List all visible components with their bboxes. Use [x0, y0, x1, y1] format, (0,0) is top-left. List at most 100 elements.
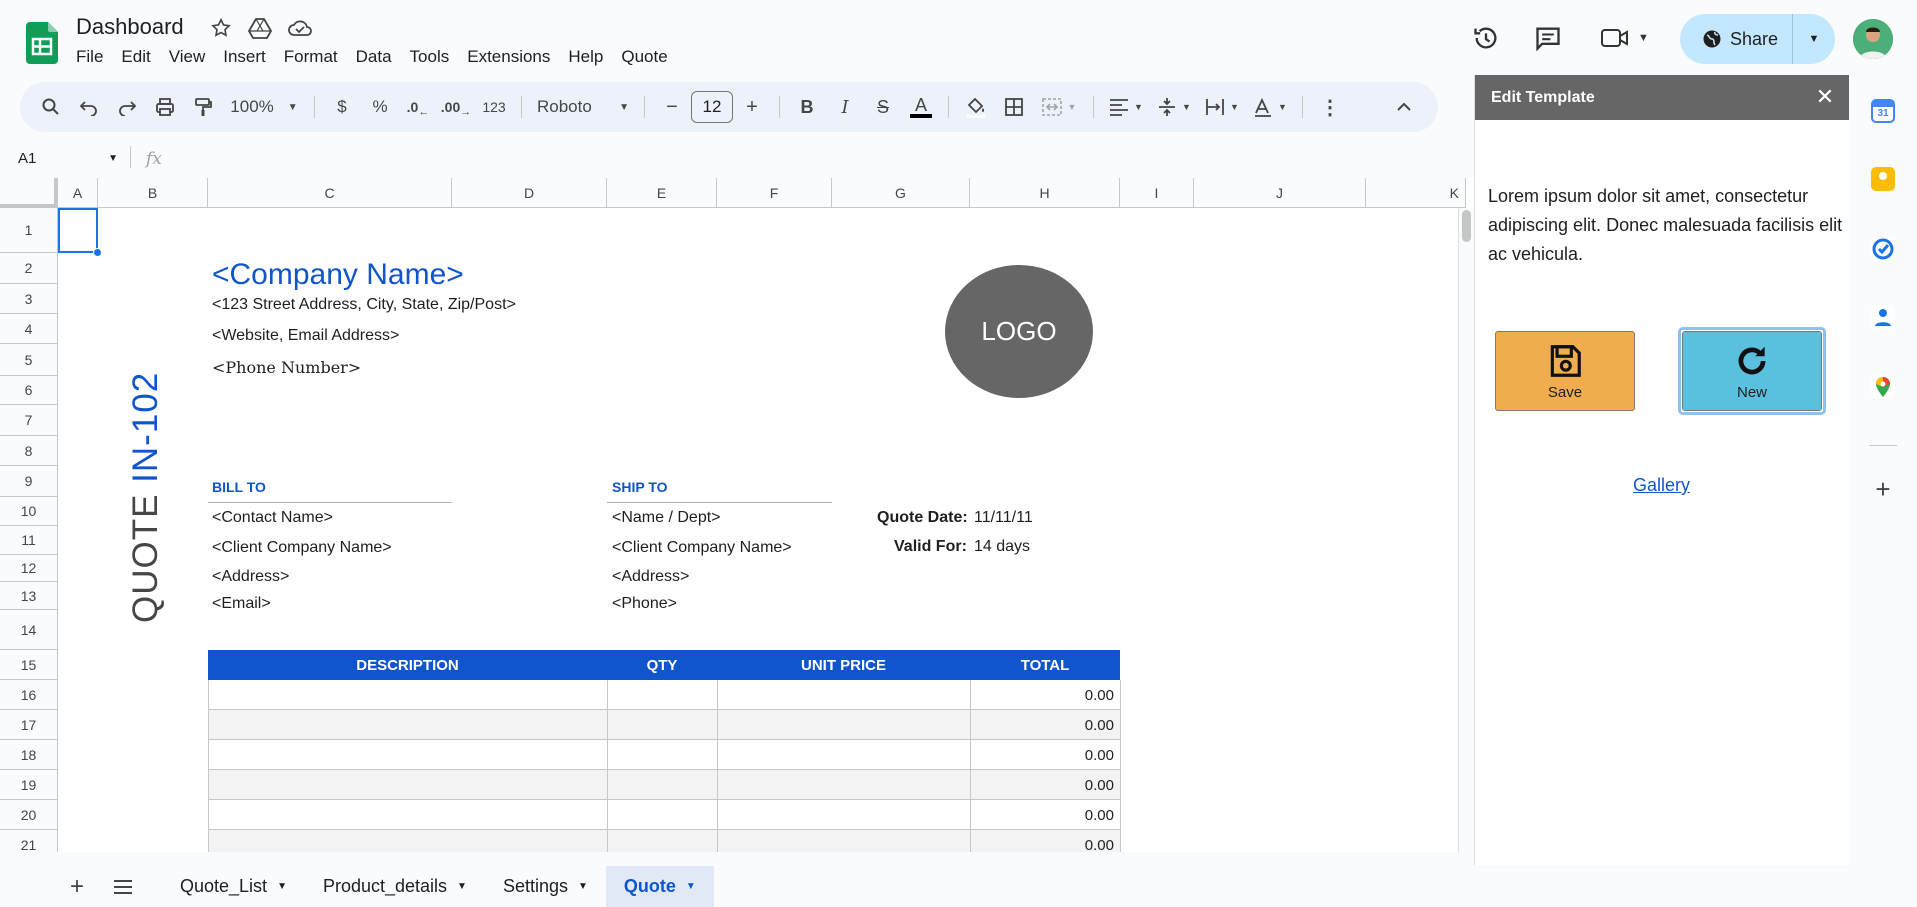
- ship-to-name[interactable]: <Name / Dept>: [612, 509, 721, 527]
- total-cell[interactable]: 0.00: [971, 800, 1121, 830]
- row-header-12[interactable]: 12: [0, 555, 58, 582]
- row-header-2[interactable]: 2: [0, 253, 58, 284]
- bill-to-label[interactable]: BILL TO: [212, 479, 266, 495]
- sheet-tab-quote[interactable]: Quote ▼: [605, 866, 714, 907]
- paint-format-icon[interactable]: [187, 91, 219, 123]
- table-row[interactable]: 0.00: [208, 770, 1121, 800]
- row-header-18[interactable]: 18: [0, 740, 58, 770]
- decrease-font-size-icon[interactable]: −: [656, 91, 688, 123]
- unit-price-cell[interactable]: [718, 680, 971, 710]
- share-dropdown[interactable]: ▼: [1793, 33, 1835, 45]
- row-header-8[interactable]: 8: [0, 436, 58, 466]
- menu-tools[interactable]: Tools: [410, 47, 459, 67]
- avatar[interactable]: [1853, 19, 1893, 59]
- menu-file[interactable]: File: [76, 47, 112, 67]
- all-sheets-icon[interactable]: [106, 879, 140, 895]
- column-header-g[interactable]: G: [832, 178, 970, 208]
- unit-price-cell[interactable]: [718, 710, 971, 740]
- qty-cell[interactable]: [608, 830, 718, 852]
- row-header-5[interactable]: 5: [0, 344, 58, 376]
- text-color-icon[interactable]: A: [905, 91, 937, 123]
- borders-icon[interactable]: [998, 91, 1030, 123]
- undo-icon[interactable]: [73, 91, 105, 123]
- menu-help[interactable]: Help: [568, 47, 612, 67]
- font-select[interactable]: Roboto ▼: [533, 91, 633, 123]
- total-cell[interactable]: 0.00: [971, 740, 1121, 770]
- strikethrough-icon[interactable]: S: [867, 91, 899, 123]
- table-header-unit-price[interactable]: UNIT PRICE: [717, 650, 970, 680]
- bold-icon[interactable]: B: [791, 91, 823, 123]
- ship-to-address[interactable]: <Address>: [612, 568, 689, 586]
- table-header-qty[interactable]: QTY: [607, 650, 717, 680]
- menu-data[interactable]: Data: [356, 47, 401, 67]
- column-header-e[interactable]: E: [607, 178, 717, 208]
- description-cell[interactable]: [209, 680, 608, 710]
- share-main[interactable]: Share: [1680, 14, 1793, 64]
- save-template-button[interactable]: Save: [1495, 331, 1635, 411]
- column-header-d[interactable]: D: [452, 178, 607, 208]
- name-box[interactable]: A1 ▼: [18, 150, 118, 167]
- fill-color-icon[interactable]: [960, 91, 992, 123]
- row-header-20[interactable]: 20: [0, 800, 58, 830]
- table-row[interactable]: 0.00: [208, 710, 1121, 740]
- row-header-1[interactable]: 1: [0, 208, 58, 253]
- percent-format-button[interactable]: %: [364, 91, 396, 123]
- description-cell[interactable]: [209, 800, 608, 830]
- move-to-drive-icon[interactable]: [247, 17, 273, 44]
- more-options-icon[interactable]: ⋮: [1314, 91, 1346, 123]
- currency-format-button[interactable]: $: [326, 91, 358, 123]
- menu-quote[interactable]: Quote: [621, 47, 676, 67]
- gallery-link[interactable]: Gallery: [1633, 475, 1690, 496]
- sheets-logo[interactable]: [26, 22, 58, 64]
- total-cell[interactable]: 0.00: [971, 680, 1121, 710]
- print-icon[interactable]: [149, 91, 181, 123]
- unit-price-cell[interactable]: [718, 740, 971, 770]
- close-icon[interactable]: ✕: [1813, 84, 1837, 109]
- version-history-icon[interactable]: [1472, 24, 1500, 52]
- description-cell[interactable]: [209, 830, 608, 852]
- bill-to-address[interactable]: <Address>: [212, 568, 289, 586]
- row-header-17[interactable]: 17: [0, 710, 58, 740]
- description-cell[interactable]: [209, 770, 608, 800]
- menu-extensions[interactable]: Extensions: [467, 47, 559, 67]
- column-header-f[interactable]: F: [717, 178, 832, 208]
- qty-cell[interactable]: [608, 800, 718, 830]
- description-cell[interactable]: [209, 740, 608, 770]
- company-name[interactable]: <Company Name>: [212, 258, 464, 292]
- increase-decimal-button[interactable]: .00 →: [440, 91, 472, 123]
- contacts-icon[interactable]: [1871, 305, 1895, 329]
- table-header-description[interactable]: DESCRIPTION: [208, 650, 607, 680]
- calendar-icon[interactable]: 31: [1871, 99, 1895, 123]
- keep-icon[interactable]: [1871, 167, 1895, 191]
- sheet-tab-product-details[interactable]: Product_details ▼: [305, 866, 485, 907]
- qty-cell[interactable]: [608, 710, 718, 740]
- column-header-c[interactable]: C: [208, 178, 452, 208]
- unit-price-cell[interactable]: [718, 800, 971, 830]
- row-header-6[interactable]: 6: [0, 376, 58, 405]
- unit-price-cell[interactable]: [718, 770, 971, 800]
- more-formats-button[interactable]: 123: [478, 91, 510, 123]
- search-menus-icon[interactable]: [35, 91, 67, 123]
- column-header-h[interactable]: H: [970, 178, 1120, 208]
- comments-icon[interactable]: [1534, 24, 1562, 52]
- menu-view[interactable]: View: [169, 47, 215, 67]
- valid-for-label[interactable]: Valid For:: [894, 538, 967, 556]
- column-header-j[interactable]: J: [1194, 178, 1366, 208]
- add-sheet-icon[interactable]: +: [60, 873, 94, 901]
- row-header-13[interactable]: 13: [0, 582, 58, 610]
- row-header-19[interactable]: 19: [0, 770, 58, 800]
- decrease-decimal-button[interactable]: .0 ←: [402, 91, 434, 123]
- star-icon[interactable]: [210, 17, 232, 44]
- quote-date-label[interactable]: Quote Date:: [877, 509, 968, 527]
- company-phone[interactable]: <Phone Number>: [212, 358, 361, 377]
- row-header-3[interactable]: 3: [0, 284, 58, 314]
- quote-date-value[interactable]: 11/11/11: [974, 509, 1033, 527]
- total-cell[interactable]: 0.00: [971, 770, 1121, 800]
- sheet-tab-settings[interactable]: Settings ▼: [485, 866, 606, 907]
- maps-icon[interactable]: [1871, 375, 1895, 399]
- text-wrapping-icon[interactable]: ▼: [1201, 91, 1243, 123]
- horizontal-align-icon[interactable]: ▼: [1105, 91, 1147, 123]
- total-cell[interactable]: 0.00: [971, 710, 1121, 740]
- merge-cells-icon[interactable]: ▼: [1036, 91, 1082, 123]
- row-header-11[interactable]: 11: [0, 526, 58, 555]
